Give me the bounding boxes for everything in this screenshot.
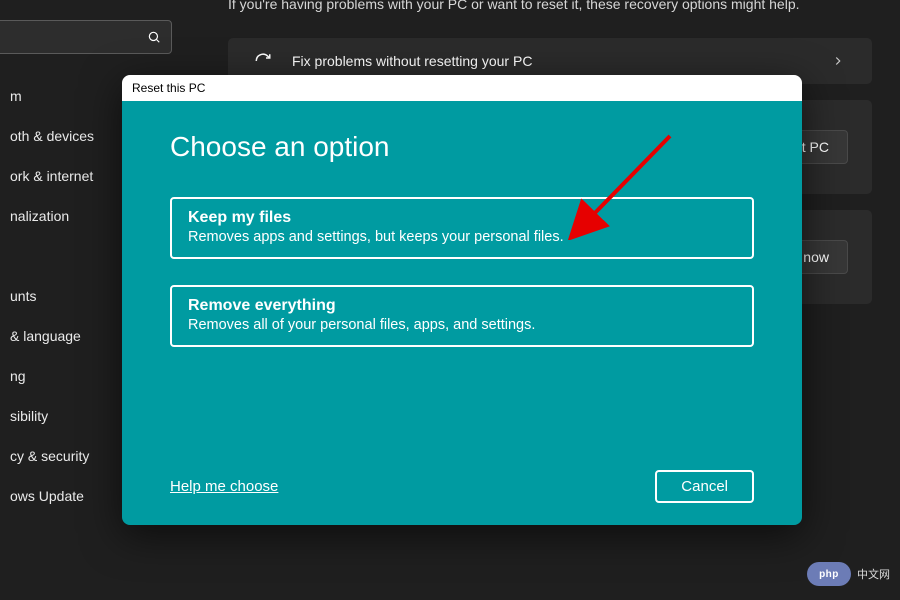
search-input[interactable] <box>0 29 147 45</box>
cancel-button[interactable]: Cancel <box>655 470 754 503</box>
option-title: Keep my files <box>188 209 736 227</box>
watermark-text: 中文网 <box>857 566 890 582</box>
reset-this-pc-dialog: Reset this PC Choose an option Keep my f… <box>122 75 802 525</box>
help-me-choose-link[interactable]: Help me choose <box>170 478 278 495</box>
fix-problems-title: Fix problems without resetting your PC <box>292 53 532 69</box>
dialog-body: Choose an option Keep my files Removes a… <box>122 101 802 525</box>
php-logo-icon: php <box>807 562 851 586</box>
option-keep-my-files[interactable]: Keep my files Removes apps and settings,… <box>170 197 754 259</box>
recovery-intro-text: If you're having problems with your PC o… <box>228 0 872 12</box>
watermark-badge: php 中文网 <box>807 562 890 586</box>
dialog-titlebar: Reset this PC <box>122 75 802 101</box>
search-icon <box>147 30 161 44</box>
search-box[interactable] <box>0 20 172 54</box>
option-desc: Removes all of your personal files, apps… <box>188 317 736 333</box>
option-remove-everything[interactable]: Remove everything Removes all of your pe… <box>170 285 754 347</box>
refresh-icon <box>252 52 274 70</box>
dialog-footer: Help me choose Cancel <box>170 470 754 503</box>
option-title: Remove everything <box>188 297 736 315</box>
option-desc: Removes apps and settings, but keeps you… <box>188 229 736 245</box>
dialog-heading: Choose an option <box>170 131 754 163</box>
chevron-right-icon <box>828 54 848 68</box>
